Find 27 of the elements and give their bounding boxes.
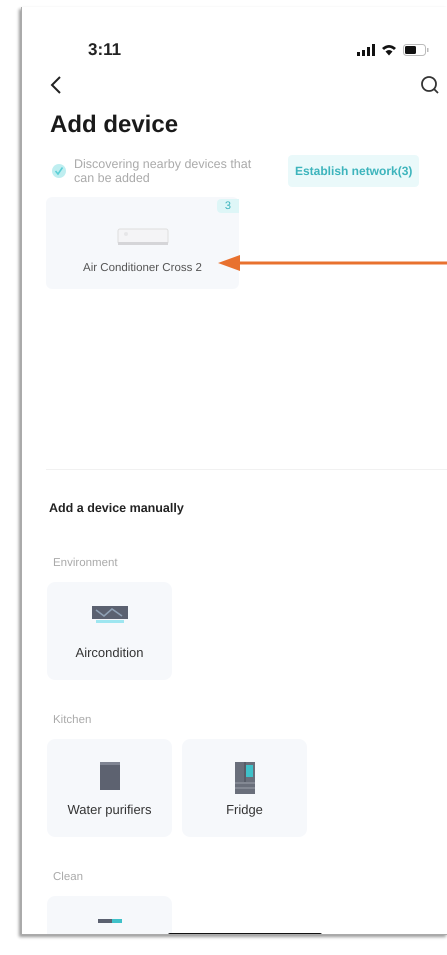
device-name: Water purifiers xyxy=(67,802,152,817)
device-tile[interactable]: Aircondition xyxy=(47,582,172,680)
page-title: Add device xyxy=(50,111,180,139)
air-conditioner-icon xyxy=(116,227,168,247)
water-purifier-icon xyxy=(98,761,120,791)
status-time: 3:11 xyxy=(88,40,122,60)
section-title: Add a device manually xyxy=(49,501,185,515)
device-name: Aircondition xyxy=(76,645,144,660)
appliance-icon xyxy=(98,918,122,924)
category-label: Environment xyxy=(53,557,119,569)
check-icon xyxy=(52,164,66,178)
signal-icon xyxy=(357,44,375,56)
search-icon xyxy=(420,75,440,95)
count-badge: 3 xyxy=(216,199,239,213)
device-tile[interactable]: Water purifiers xyxy=(47,739,172,837)
category-label: Clean xyxy=(53,871,84,883)
wifi-icon xyxy=(381,44,397,56)
discovery-text: Discovering nearby devices that can be added xyxy=(74,157,252,185)
back-icon xyxy=(50,75,62,95)
device-name: Air Conditioner Cross 2 xyxy=(83,262,202,274)
device-name: Fridge xyxy=(226,802,263,817)
battery-icon xyxy=(403,44,429,56)
category-label: Kitchen xyxy=(53,714,92,726)
device-tile[interactable]: Fridge xyxy=(182,739,307,837)
air-conditioner-icon xyxy=(92,604,128,624)
device-card[interactable]: 3 Air Conditioner Cross 2 xyxy=(46,197,239,289)
fridge-icon xyxy=(234,761,256,795)
